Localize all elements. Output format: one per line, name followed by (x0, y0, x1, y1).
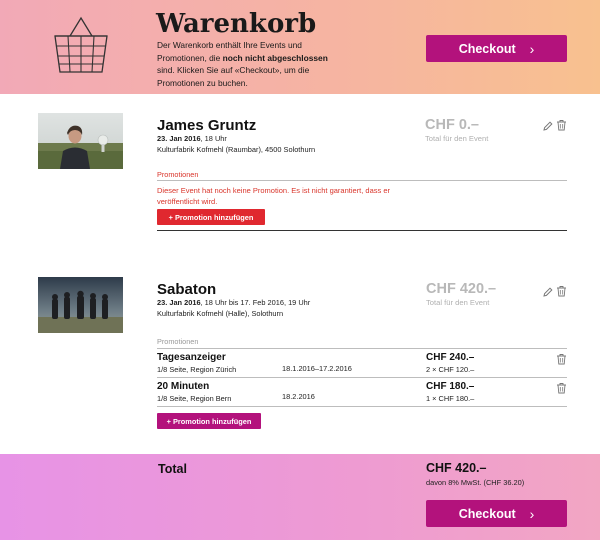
divider (157, 348, 567, 349)
event-datetime: 23. Jan 2016, 18 Uhr (157, 134, 227, 143)
promotion-dates: 18.1.2016–17.2.2016 (282, 364, 352, 373)
promotion-detail: 1/8 Seite, Region Zürich (157, 365, 237, 374)
promotion-price: CHF 180.– (426, 381, 475, 392)
add-promotion-button[interactable]: + Promotion hinzufügen (157, 413, 261, 429)
pencil-icon[interactable] (542, 120, 553, 132)
promotions-label: Promotionen (157, 170, 199, 179)
promotion-detail: 1/8 Seite, Region Bern (157, 394, 232, 403)
checkout-button-bottom[interactable]: Checkout › (426, 500, 567, 527)
promotion-quantity: 2 × CHF 120.– (426, 365, 475, 374)
event-image-sabaton (38, 277, 123, 333)
cart-footer: Total CHF 420.– davon 8% MwSt. (CHF 36.2… (0, 454, 600, 540)
divider (157, 180, 567, 181)
event-total-label: Total für den Event (426, 298, 490, 307)
promotion-quantity: 1 × CHF 180.– (426, 394, 475, 403)
trash-icon[interactable] (556, 382, 567, 394)
promotion-dates: 18.2.2016 (282, 392, 315, 401)
chevron-right-icon: › (529, 505, 535, 522)
promotion-price: CHF 240.– (426, 352, 475, 363)
event-venue: Kulturfabrik Kofmehl (Halle), Solothurn (157, 309, 284, 318)
event-total-label: Total für den Event (425, 134, 489, 143)
promotions-label: Promotionen (157, 337, 199, 346)
event-name: Sabaton (157, 281, 217, 298)
event-name: James Gruntz (157, 117, 257, 134)
event-venue: Kulturfabrik Kofmehl (Raumbar), 4500 Sol… (157, 145, 316, 154)
divider (157, 230, 567, 231)
total-price: CHF 420.– (426, 461, 487, 475)
divider (157, 406, 567, 407)
trash-icon[interactable] (556, 353, 567, 365)
basket-icon (54, 16, 108, 73)
promotion-name: 20 Minuten (157, 381, 210, 392)
vat-info: davon 8% MwSt. (CHF 36.20) (426, 478, 525, 487)
promotion-name: Tagesanzeiger (157, 352, 226, 363)
pencil-icon[interactable] (542, 286, 553, 298)
divider (157, 377, 567, 378)
cart-description: Der Warenkorb enthält Ihre Events und Pr… (157, 40, 328, 88)
event-total-price: CHF 420.– (426, 281, 497, 297)
no-promotion-warning: Dieser Event hat noch keine Promotion. E… (157, 186, 391, 206)
event-image-james-gruntz (38, 113, 123, 169)
event-total-price: CHF 0.– (425, 117, 479, 133)
total-label: Total (158, 462, 187, 476)
trash-icon[interactable] (556, 285, 567, 297)
page-title: Warenkorb (156, 9, 317, 39)
add-promotion-button[interactable]: + Promotion hinzufügen (157, 209, 265, 225)
trash-icon[interactable] (556, 119, 567, 131)
chevron-right-icon: › (529, 40, 535, 57)
checkout-button-top[interactable]: Checkout › (426, 35, 567, 62)
cart-header: Warenkorb Der Warenkorb enthält Ihre Eve… (0, 0, 600, 94)
event-datetime: 23. Jan 2016, 18 Uhr bis 17. Feb 2016, 1… (157, 298, 311, 307)
